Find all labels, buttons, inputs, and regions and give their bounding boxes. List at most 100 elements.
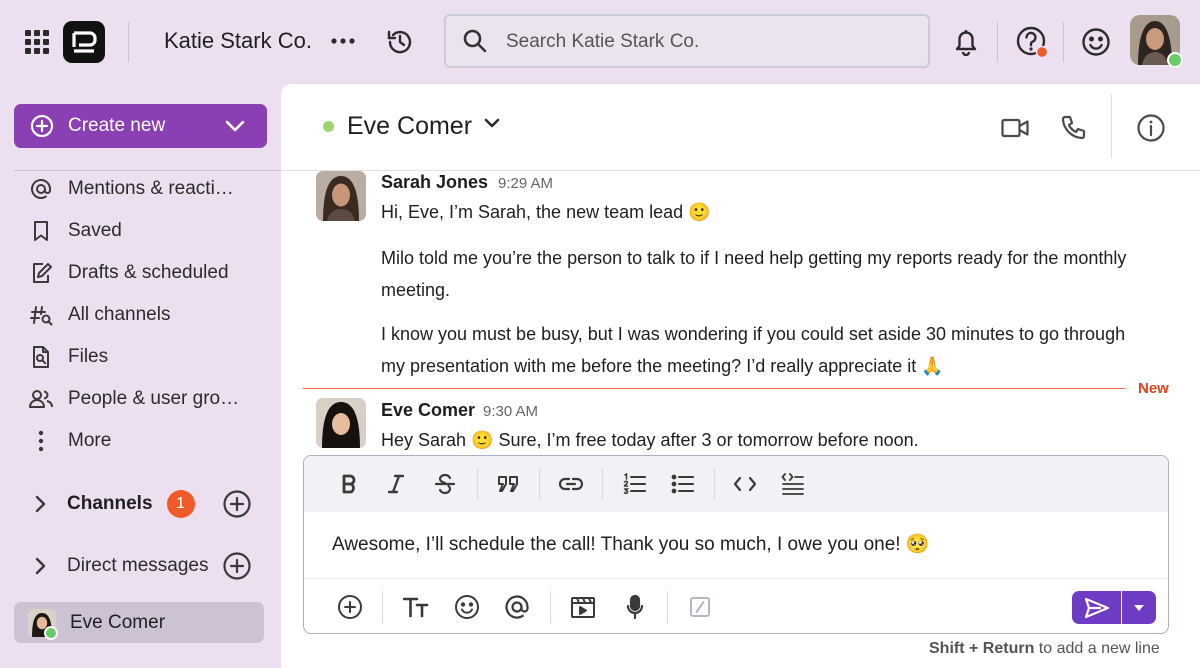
user-avatar[interactable] — [1130, 15, 1183, 68]
phone-call-icon[interactable] — [1053, 108, 1093, 148]
sidebar-item-drafts[interactable]: Drafts & scheduled — [28, 256, 278, 290]
channel-title[interactable]: Eve Comer — [347, 112, 472, 141]
shortcut-description: to add a new line — [1034, 640, 1160, 657]
emoji-icon[interactable] — [450, 590, 484, 624]
quote-icon[interactable] — [491, 467, 525, 501]
dm-name: Eve Comer — [70, 611, 166, 633]
add-channel-icon[interactable] — [222, 489, 252, 519]
message-time[interactable]: 9:30 AM — [483, 403, 538, 420]
topbar-divider — [1063, 22, 1064, 62]
send-button[interactable] — [1072, 591, 1121, 624]
avatar[interactable] — [316, 171, 366, 221]
bookmark-icon — [28, 218, 54, 244]
send-options-button[interactable] — [1122, 591, 1156, 624]
notifications-bell-icon[interactable] — [946, 22, 986, 62]
more-vertical-icon — [28, 428, 54, 454]
numbered-list-icon[interactable] — [618, 467, 652, 501]
presence-indicator — [323, 121, 334, 132]
at-icon — [28, 176, 54, 202]
app-logo[interactable] — [63, 21, 105, 63]
history-icon[interactable] — [383, 25, 417, 59]
org-name[interactable]: Katie Stark Co. — [164, 28, 312, 54]
composer-hint: Shift + Return to add a new line — [929, 640, 1160, 658]
channel-search-icon — [28, 302, 54, 328]
chevron-down-icon[interactable] — [484, 117, 500, 129]
info-icon[interactable] — [1131, 108, 1171, 148]
bulleted-list-icon[interactable] — [666, 467, 700, 501]
video-clip-icon[interactable] — [566, 590, 600, 624]
formatting-toolbar — [304, 456, 1168, 512]
help-icon[interactable] — [1012, 22, 1052, 62]
message-sender[interactable]: Eve Comer — [381, 400, 475, 421]
topbar-divider — [128, 22, 129, 62]
message-sender[interactable]: Sarah Jones — [381, 172, 488, 193]
drafts-icon — [28, 260, 54, 286]
org-more-icon[interactable] — [329, 27, 357, 55]
toolbar-divider — [539, 468, 540, 500]
strikethrough-icon[interactable] — [428, 467, 462, 501]
channels-unread-badge: 1 — [166, 490, 195, 518]
compose-input[interactable]: Awesome, I’ll schedule the call! Thank y… — [332, 532, 930, 556]
add-direct-message-icon[interactable] — [222, 551, 252, 581]
sidebar-item-label: Drafts & scheduled — [68, 262, 229, 283]
toolbar-divider — [477, 468, 478, 500]
search-input[interactable] — [504, 16, 908, 68]
sidebar-item-label: Saved — [68, 220, 122, 241]
new-messages-divider — [303, 388, 1125, 389]
shortcut-key: Shift + Return — [929, 640, 1035, 657]
toolbar-divider — [667, 591, 668, 623]
text-format-icon[interactable] — [399, 590, 433, 624]
online-status-dot — [1167, 52, 1183, 68]
sidebar-item-more[interactable]: More — [28, 424, 278, 458]
app-launcher-icon[interactable] — [24, 29, 50, 55]
plus-circle-icon — [30, 114, 54, 138]
message-time[interactable]: 9:29 AM — [498, 175, 553, 192]
channels-label: Channels — [67, 493, 153, 514]
send-icon — [1084, 597, 1110, 619]
sidebar-item-mentions[interactable]: Mentions & reacti… — [28, 172, 278, 206]
microphone-icon[interactable] — [618, 590, 652, 624]
header-divider — [1111, 94, 1112, 158]
message-text: Milo told me you’re the person to talk t… — [381, 248, 1127, 300]
message-composer[interactable]: Awesome, I’ll schedule the call! Thank y… — [303, 455, 1169, 634]
mention-icon[interactable] — [500, 590, 534, 624]
sidebar-item-all-channels[interactable]: All channels — [28, 298, 278, 332]
link-icon[interactable] — [554, 467, 588, 501]
attach-plus-icon[interactable] — [333, 590, 367, 624]
channel-header: Eve Comer — [281, 84, 1200, 171]
search-icon — [462, 28, 488, 54]
sidebar-divider — [14, 170, 280, 171]
direct-messages-label: Direct messages — [67, 555, 209, 576]
create-new-button[interactable]: Create new — [14, 104, 267, 148]
message-text: Hey Sarah 🙂 Sure, I’m free today after 3… — [381, 430, 919, 450]
sidebar-dm-eve-comer[interactable]: Eve Comer — [14, 602, 264, 643]
message-text: Hi, Eve, I’m Sarah, the new team lead 🙂 — [381, 202, 711, 222]
video-call-icon[interactable] — [995, 108, 1035, 148]
italic-icon[interactable] — [379, 467, 413, 501]
code-block-icon[interactable] — [776, 467, 810, 501]
composer-actions — [304, 578, 1168, 633]
sidebar-item-saved[interactable]: Saved — [28, 214, 278, 248]
slash-command-icon[interactable] — [683, 590, 717, 624]
sidebar-item-label: All channels — [68, 304, 171, 325]
sidebar-item-files[interactable]: Files — [28, 340, 278, 374]
avatar[interactable] — [316, 398, 366, 448]
toolbar-divider — [550, 591, 551, 623]
sidebar-item-people[interactable]: People & user gro… — [28, 382, 278, 416]
bold-icon[interactable] — [332, 467, 366, 501]
status-emoji-icon[interactable] — [1076, 22, 1116, 62]
code-icon[interactable] — [728, 467, 762, 501]
new-messages-label: New — [1138, 380, 1169, 397]
chevron-right-icon[interactable] — [28, 492, 52, 516]
search-bar[interactable] — [444, 14, 930, 68]
create-new-label: Create new — [68, 115, 166, 136]
topbar-divider — [997, 22, 998, 62]
conversation-panel: Eve Comer Sarah Jones 9:29 AM Hi, Eve, I… — [281, 84, 1200, 668]
people-icon — [28, 386, 54, 412]
sidebar-item-label: Mentions & reacti… — [68, 178, 234, 199]
toolbar-divider — [602, 468, 603, 500]
chevron-down-icon — [225, 120, 245, 132]
toolbar-divider — [382, 591, 383, 623]
sidebar-item-label: Files — [68, 346, 109, 367]
chevron-right-icon[interactable] — [28, 554, 52, 578]
